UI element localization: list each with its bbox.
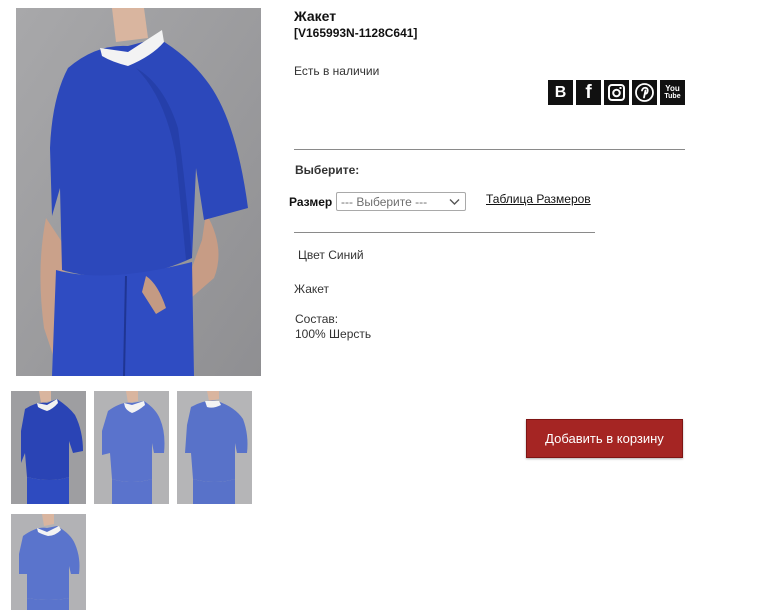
youtube-icon[interactable]: You Tube xyxy=(660,80,685,105)
pinterest-icon[interactable] xyxy=(632,80,657,105)
facebook-letter: f xyxy=(585,81,592,103)
thumbnail-4[interactable] xyxy=(11,514,86,610)
pinterest-glyph xyxy=(635,83,654,102)
composition-label: Состав: xyxy=(295,312,339,326)
chevron-down-icon xyxy=(449,199,460,205)
divider xyxy=(294,149,685,150)
availability-status: Есть в наличии xyxy=(294,64,380,78)
options-heading: Выберите: xyxy=(295,163,360,177)
product-title: Жакет xyxy=(294,8,337,24)
product-type: Жакет xyxy=(294,282,330,296)
size-select-value: --- Выберите --- xyxy=(341,195,428,209)
youtube-text-top: You xyxy=(665,83,680,93)
size-label: Размер xyxy=(289,195,333,209)
youtube-text-bottom: Tube xyxy=(664,92,681,100)
composition-value: 100% Шерсть xyxy=(295,327,372,341)
thumbnail-1[interactable] xyxy=(11,391,86,504)
vk-letter: B xyxy=(554,83,567,101)
main-product-photo xyxy=(16,8,261,376)
product-sku: [V165993N-1128C641] xyxy=(294,26,418,40)
vk-icon[interactable]: B xyxy=(548,80,573,105)
instagram-icon[interactable] xyxy=(604,80,629,105)
thumbnail-3[interactable] xyxy=(177,391,252,504)
divider xyxy=(294,232,595,233)
product-color: Цвет Синий xyxy=(298,248,364,262)
facebook-icon[interactable]: f xyxy=(576,80,601,105)
size-chart-link[interactable]: Таблица Размеров xyxy=(486,192,591,206)
camera-glyph xyxy=(608,84,625,101)
add-to-cart-button[interactable]: Добавить в корзину xyxy=(526,419,683,458)
size-select[interactable]: --- Выберите --- xyxy=(336,192,466,211)
thumbnail-2[interactable] xyxy=(94,391,169,504)
